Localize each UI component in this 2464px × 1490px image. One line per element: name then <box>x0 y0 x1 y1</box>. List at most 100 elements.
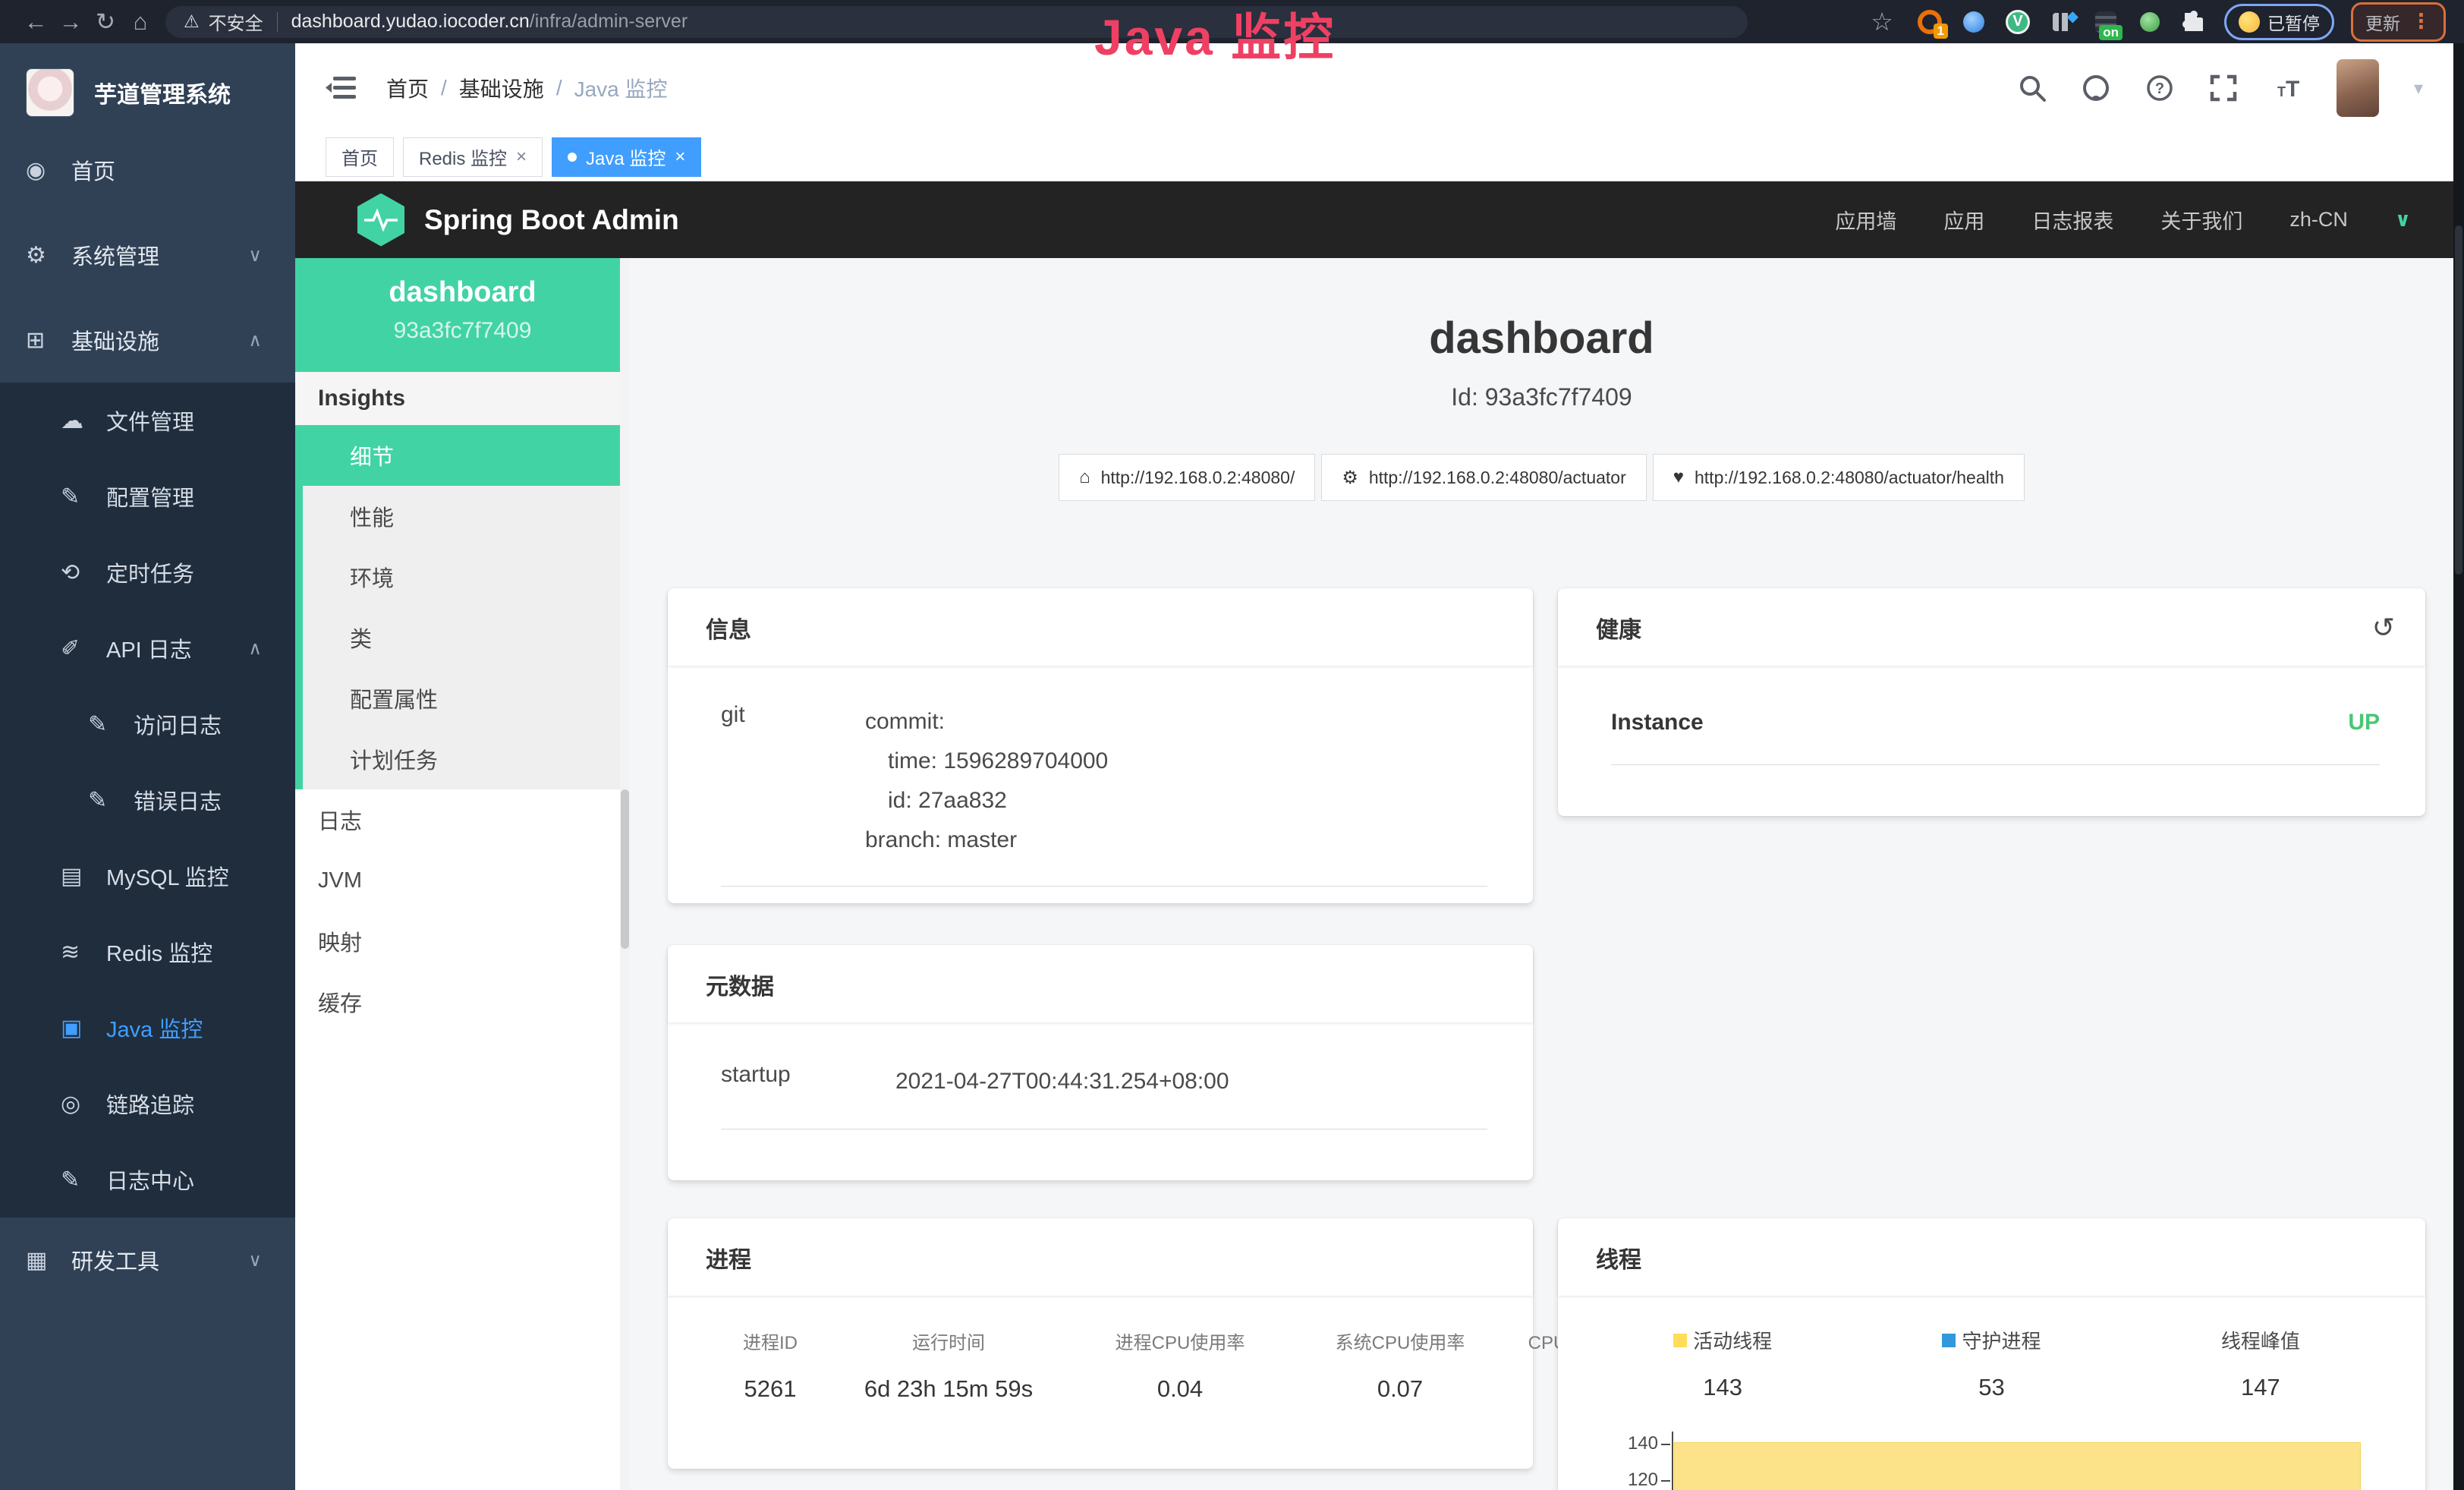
metadata-key: startup <box>721 1062 895 1101</box>
browser-forward-icon[interactable]: → <box>53 8 88 36</box>
metadata-row: startup 2021-04-27T00:44:31.254+08:00 <box>721 1062 1487 1129</box>
tab-redis-monitor[interactable]: Redis 监控 × <box>403 137 543 177</box>
sidebar-item-error-log[interactable]: ✎ 错误日志 <box>0 762 295 838</box>
extensions-puzzle-icon[interactable] <box>2180 8 2208 36</box>
url-host[interactable]: dashboard.yudao.iocoder.cn <box>291 11 530 33</box>
cloud-icon: ☁ <box>61 408 93 434</box>
not-secure-label[interactable]: 不安全 <box>209 8 263 35</box>
edit-icon: ✎ <box>61 484 93 510</box>
card-title: 健康 <box>1596 611 1641 644</box>
panel-scrollbar[interactable] <box>620 258 630 1490</box>
tab-home[interactable]: 首页 <box>326 137 394 177</box>
extension-grid-icon[interactable]: ◆ <box>2048 8 2075 36</box>
endpoint-url: http://192.168.0.2:48080/actuator/health <box>1695 468 2004 488</box>
sidebar-item-label: 系统管理 <box>71 239 159 271</box>
extension-pin-icon[interactable] <box>1960 8 1987 36</box>
font-size-icon[interactable]: T T <box>2273 74 2302 102</box>
panel-item-classes[interactable]: 类 <box>295 607 630 668</box>
info-card-header: 信息 <box>668 588 1533 666</box>
sidebar-item-home[interactable]: ◉ 首页 <box>0 128 295 213</box>
emoji-icon <box>2239 11 2260 33</box>
col-header: 进程CPU使用率 <box>1070 1328 1290 1354</box>
panel-item-scheduled-tasks[interactable]: 计划任务 <box>295 729 630 789</box>
stat-value: 147 <box>2126 1374 2395 1401</box>
sidebar-item-label: MySQL 监控 <box>106 860 229 892</box>
panel-item-logs[interactable]: 日志 <box>295 789 630 850</box>
sidebar-item-log-center[interactable]: ✎ 日志中心 <box>0 1142 295 1218</box>
endpoint-health-url[interactable]: ♥ http://192.168.0.2:48080/actuator/heal… <box>1653 454 2025 501</box>
sba-nav-journal[interactable]: 日志报表 <box>2031 205 2113 235</box>
sidebar-item-api-log[interactable]: ✐ API 日志 ∧ <box>0 610 295 686</box>
sba-nav-locale[interactable]: zh-CN <box>2289 208 2348 232</box>
panel-item-metrics[interactable]: 性能 <box>295 486 630 547</box>
tab-close-icon[interactable]: × <box>675 146 685 168</box>
sidebar-item-tracing[interactable]: ◎ 链路追踪 <box>0 1066 295 1142</box>
locale-caret-down-icon[interactable]: ∨ <box>2395 208 2411 232</box>
collapse-sidebar-icon[interactable] <box>326 75 356 101</box>
extension-colorpicker-icon[interactable]: 1 <box>1916 8 1943 36</box>
git-branch-line: branch: master <box>865 821 1108 860</box>
sidebar-item-java-monitor[interactable]: ▣ Java 监控 <box>0 990 295 1066</box>
chart-plot-area <box>1672 1432 2395 1490</box>
search-icon[interactable] <box>2018 74 2047 102</box>
header-actions: ? T T ▾ <box>2018 59 2423 117</box>
sidebar-logo-row[interactable]: 芋道管理系统 <box>0 43 295 128</box>
browser-menu-icon[interactable]: ⋮ <box>2411 10 2431 33</box>
sidebar-item-system[interactable]: ⚙ 系统管理 ∨ <box>0 213 295 298</box>
sidebar-item-infra[interactable]: ⊞ 基础设施 ∧ <box>0 298 295 383</box>
sidebar-item-dev-tools[interactable]: ▦ 研发工具 ∨ <box>0 1218 295 1303</box>
breadcrumb-infra[interactable]: 基础设施 <box>459 73 544 103</box>
paused-status-pill[interactable]: 已暂停 <box>2224 4 2334 40</box>
sidebar-item-config-manage[interactable]: ✎ 配置管理 <box>0 458 295 534</box>
endpoint-service-url[interactable]: ⌂ http://192.168.0.2:48080/ <box>1059 454 1315 501</box>
panel-item-jvm[interactable]: JVM <box>295 850 630 911</box>
extension-vue-devtools-icon[interactable]: V <box>2004 8 2031 36</box>
breadcrumb-home[interactable]: 首页 <box>386 73 429 103</box>
panel-item-caches[interactable]: 缓存 <box>295 972 630 1032</box>
browser-back-icon[interactable]: ← <box>18 8 53 36</box>
address-bar[interactable]: ⚠ 不安全 dashboard.yudao.iocoder.cn/infra/a… <box>165 6 1748 38</box>
sidebar-item-label: 访问日志 <box>134 708 222 740</box>
sba-nav-wallboard[interactable]: 应用墙 <box>1835 205 1896 235</box>
update-browser-button[interactable]: 更新 ⋮ <box>2351 2 2446 42</box>
panel-item-details[interactable]: 细节 <box>295 425 630 486</box>
col-value: 0.04 <box>1070 1375 1290 1403</box>
avatar-caret-down-icon[interactable]: ▾ <box>2414 77 2423 99</box>
extension-switch-icon[interactable]: on <box>2092 8 2119 36</box>
sba-nav-about[interactable]: 关于我们 <box>2160 205 2242 235</box>
browser-scrollbar[interactable] <box>2453 43 2464 1490</box>
extension-grammar-icon[interactable] <box>2136 8 2163 36</box>
tab-java-monitor[interactable]: Java 监控 × <box>552 137 701 177</box>
sidebar-item-cron[interactable]: ⟲ 定时任务 <box>0 534 295 610</box>
bookmark-star-icon[interactable]: ☆ <box>1865 7 1899 36</box>
col-value: 6d 23h 15m 59s <box>827 1375 1070 1403</box>
endpoint-actuator-url[interactable]: ⚙ http://192.168.0.2:48080/actuator <box>1321 454 1646 501</box>
panel-scrollbar-thumb[interactable] <box>621 789 629 949</box>
panel-item-config-props[interactable]: 配置属性 <box>295 668 630 729</box>
browser-home-icon[interactable]: ⌂ <box>123 8 158 36</box>
health-instance-row[interactable]: Instance UP <box>1611 710 2380 765</box>
edit-icon: ✎ <box>88 711 120 738</box>
stat-live-threads: 活动线程 143 <box>1588 1326 1857 1401</box>
sidebar-item-file-manage[interactable]: ☁ 文件管理 <box>0 383 295 458</box>
chevron-down-icon: ∨ <box>248 244 262 266</box>
user-avatar[interactable] <box>2337 59 2379 117</box>
browser-reload-icon[interactable]: ↻ <box>88 8 123 36</box>
history-clock-icon[interactable]: ↺ <box>2372 612 2395 644</box>
update-label: 更新 <box>2365 9 2400 35</box>
browser-scrollbar-thumb[interactable] <box>2455 225 2462 575</box>
sidebar-item-access-log[interactable]: ✎ 访问日志 <box>0 686 295 762</box>
sidebar-item-label: Redis 监控 <box>106 936 212 968</box>
sidebar-item-redis-monitor[interactable]: ≋ Redis 监控 <box>0 914 295 990</box>
git-time-line: time: 1596289704000 <box>865 742 1108 781</box>
panel-item-environment[interactable]: 环境 <box>295 547 630 607</box>
sba-nav-applications[interactable]: 应用 <box>1943 205 1984 235</box>
help-icon[interactable]: ? <box>2145 74 2174 102</box>
tab-close-icon[interactable]: × <box>516 146 527 168</box>
sba-brand-title[interactable]: Spring Boot Admin <box>424 204 679 236</box>
card-title: 线程 <box>1596 1241 1641 1274</box>
panel-item-mappings[interactable]: 映射 <box>295 911 630 972</box>
fullscreen-icon[interactable] <box>2209 74 2238 102</box>
sidebar-item-mysql-monitor[interactable]: ▤ MySQL 监控 <box>0 838 295 914</box>
github-icon[interactable] <box>2082 74 2110 102</box>
